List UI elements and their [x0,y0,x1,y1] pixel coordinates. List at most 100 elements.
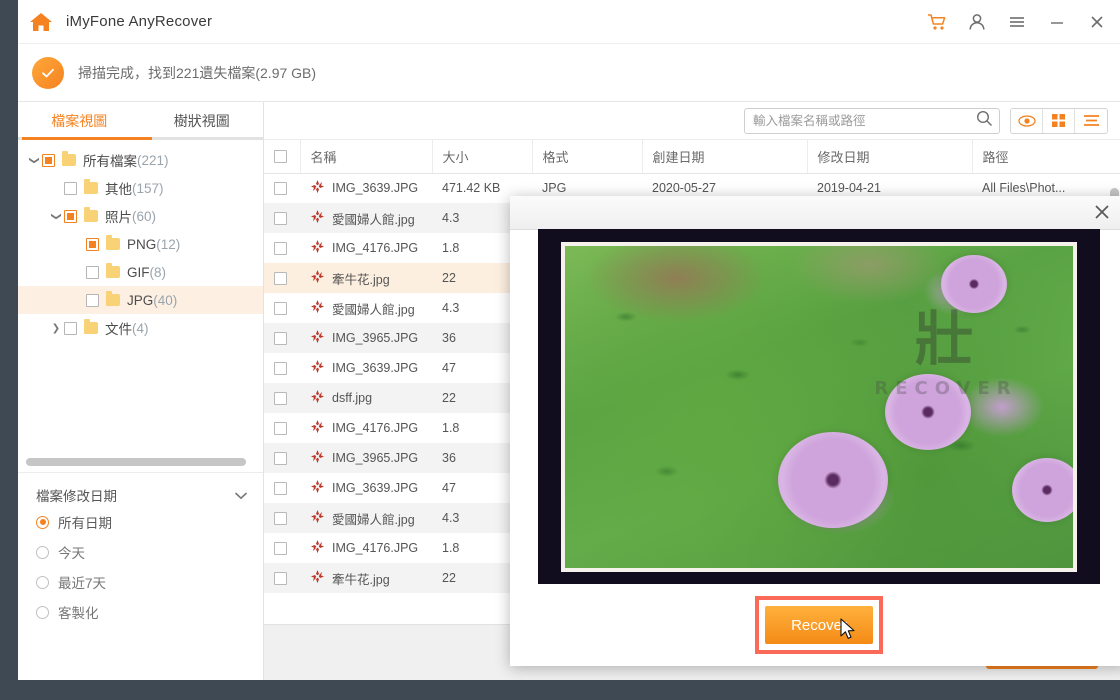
row-checkbox[interactable] [274,241,287,255]
row-checkbox-cell[interactable] [264,203,300,233]
row-checkbox-cell[interactable] [264,413,300,443]
tree-checkbox[interactable] [64,321,77,335]
radio-button[interactable] [36,575,49,589]
radio-button[interactable] [36,515,49,529]
date-option-客製化[interactable]: 客製化 [18,597,263,627]
column-header-name[interactable]: 名稱 [300,140,433,174]
file-icon [310,449,325,467]
list-view-button[interactable] [1075,108,1107,133]
menu-icon[interactable] [1002,7,1032,37]
file-name: 牽牛花.jpg [332,572,390,587]
tree-node-PNG[interactable]: ❯PNG(12) [18,230,263,258]
row-checkbox[interactable] [274,301,287,315]
tab-file-view[interactable]: 檔案視圖 [18,102,141,140]
search-icon[interactable] [976,110,993,132]
date-option-今天[interactable]: 今天 [18,537,263,567]
chevron-down-icon[interactable]: ❯ [51,208,62,224]
row-checkbox[interactable] [274,421,287,435]
column-header-size[interactable]: 大小 [432,140,533,174]
close-icon[interactable] [1088,198,1116,226]
tree-node-count: (4) [132,320,149,336]
row-checkbox-cell[interactable] [264,473,300,503]
tree-checkbox[interactable] [86,237,99,251]
close-icon[interactable] [1082,7,1112,37]
account-icon[interactable] [962,7,992,37]
tree-node-照片[interactable]: ❯ 照片 (60) [18,202,263,230]
file-name: IMG_3639.JPG [332,181,419,196]
column-header-path[interactable]: 路徑 [972,140,1120,174]
folder-icon [106,291,120,306]
row-checkbox[interactable] [274,361,287,375]
file-name: 愛國婦人館.jpg [332,512,415,527]
select-all-header[interactable] [264,140,301,174]
file-name: IMG_4176.JPG [332,241,419,255]
tree-node-文件[interactable]: ❯ 文件 (4) [18,314,263,342]
folder-icon [84,179,98,194]
date-option-所有日期[interactable]: 所有日期 [18,507,263,537]
row-checkbox[interactable] [274,331,287,345]
column-header-format[interactable]: 格式 [532,140,643,174]
tree-node-所有檔案[interactable]: ❯ 所有檔案 (221) [18,146,263,174]
row-checkbox[interactable] [274,571,287,585]
tree-node-其他[interactable]: ❯其他(157) [18,174,263,202]
grid-view-button[interactable] [1043,108,1075,133]
chevron-right-icon[interactable]: ❯ [48,323,64,334]
row-checkbox-cell[interactable] [264,353,300,383]
column-header-modified[interactable]: 修改日期 [807,140,973,174]
row-checkbox-cell[interactable] [264,263,300,293]
select-all-checkbox[interactable] [274,149,287,163]
row-checkbox-cell[interactable] [264,443,300,473]
row-checkbox[interactable] [274,211,287,225]
preview-photo: 壯 RECOVER [561,241,1077,572]
radio-button[interactable] [36,545,49,559]
tab-tree-view[interactable]: 樹狀視圖 [141,102,264,140]
minimize-icon[interactable] [1042,7,1072,37]
date-filter-header[interactable]: 檔案修改日期 [18,483,263,507]
tree-node-GIF[interactable]: ❯GIF(8) [18,258,263,286]
date-filter-title: 檔案修改日期 [36,489,117,504]
tree-checkbox[interactable] [42,153,55,167]
file-name: 愛國婦人館.jpg [332,302,415,317]
row-checkbox[interactable] [274,481,287,495]
tree-checkbox[interactable] [86,265,99,279]
file-icon [310,419,325,437]
chevron-down-icon[interactable] [235,488,247,503]
column-header-created[interactable]: 創建日期 [642,140,808,174]
cart-icon[interactable] [922,7,952,37]
tree-node-JPG[interactable]: ❯JPG(40) [18,286,263,314]
home-icon[interactable] [26,7,56,37]
row-checkbox-cell[interactable] [264,563,300,593]
row-checkbox-cell[interactable] [264,533,300,563]
search-box[interactable] [744,107,1000,134]
row-checkbox[interactable] [274,181,287,195]
search-toolbar [264,102,1120,140]
row-checkbox-cell[interactable] [264,233,300,263]
cell-name: IMG_3639.JPG [300,353,432,383]
chevron-down-icon[interactable]: ❯ [29,152,40,168]
preview-eye-button[interactable] [1011,108,1043,133]
tree-node-label: 其他 [105,182,132,197]
row-checkbox[interactable] [274,271,287,285]
row-checkbox-cell[interactable] [264,323,300,353]
tab-underline [18,137,264,140]
tree-checkbox[interactable] [86,293,99,307]
recover-button[interactable]: Recover [765,606,873,644]
sidebar-horizontal-scrollbar[interactable] [26,458,254,466]
tree-checkbox[interactable] [64,181,77,195]
date-option-最近7天[interactable]: 最近7天 [18,567,263,597]
file-icon [310,209,325,227]
row-checkbox[interactable] [274,451,287,465]
titlebar: iMyFone AnyRecover [18,0,1120,44]
row-checkbox[interactable] [274,511,287,525]
search-input[interactable] [753,113,976,128]
radio-button[interactable] [36,605,49,619]
row-checkbox-cell[interactable] [264,173,300,203]
tree-checkbox[interactable] [64,209,77,223]
cell-name: IMG_4176.JPG [300,413,432,443]
row-checkbox-cell[interactable] [264,503,300,533]
row-checkbox[interactable] [274,541,287,555]
row-checkbox[interactable] [274,391,287,405]
row-checkbox-cell[interactable] [264,383,300,413]
tree-node-count: (8) [149,264,167,280]
row-checkbox-cell[interactable] [264,293,300,323]
